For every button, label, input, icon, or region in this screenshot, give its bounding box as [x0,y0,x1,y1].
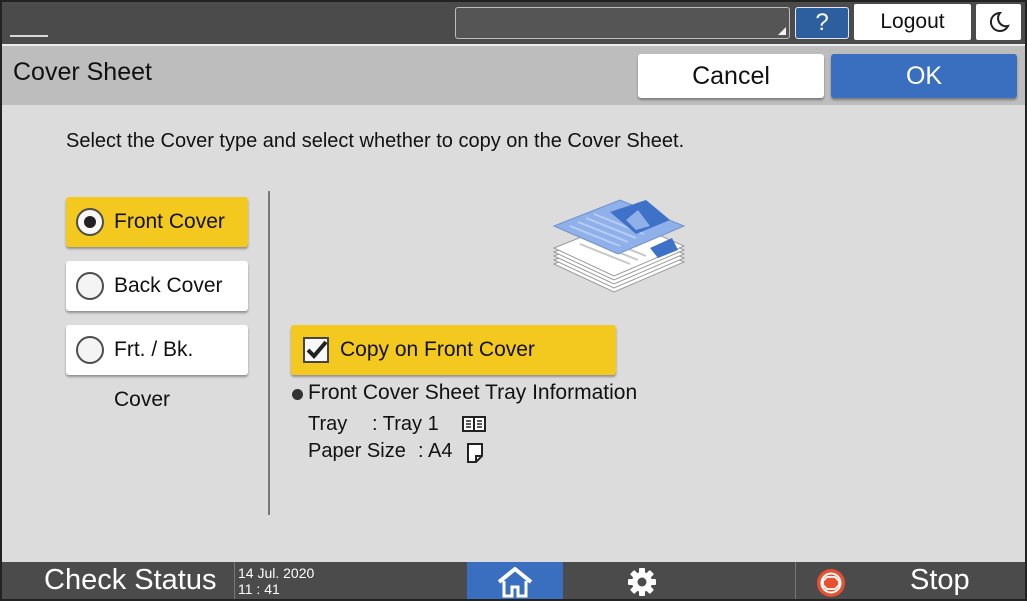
gear-icon [628,568,656,596]
home-button[interactable] [467,562,563,599]
page-title: Cover Sheet [13,58,152,86]
tray-info-heading: Front Cover Sheet Tray Information [308,381,638,404]
screen: ? Logout Cover Sheet Cancel OK Select th… [0,0,1027,601]
moon-icon [989,11,1010,32]
paper-sheet-icon [467,443,483,463]
stop-button[interactable]: Stop [802,562,1022,599]
home-icon [497,567,533,598]
top-bar: ? Logout [2,2,1025,44]
cancel-button[interactable]: Cancel [638,54,824,98]
paper-tray-icon [462,416,486,432]
radio-empty-icon [76,272,104,300]
time-text: 11 : 41 [238,581,280,597]
date-time: 14 Jul. 2020 11 : 41 [238,565,314,597]
user-indicator [10,35,48,37]
stop-label: Stop [910,564,970,596]
ok-button[interactable]: OK [831,54,1017,98]
date-text: 14 Jul. 2020 [238,565,315,581]
logout-button[interactable]: Logout [854,4,971,40]
divider [268,191,270,515]
back-cover-option[interactable]: Back Cover [66,261,248,311]
option-label: Front Cover [114,210,225,233]
copy-on-front-cover-checkbox[interactable]: Copy on Front Cover [291,325,616,375]
settings-button[interactable] [602,562,682,599]
bottom-bar: Check Status 14 Jul. 2020 11 : 41 Stop [2,562,1025,599]
help-button[interactable]: ? [795,7,849,39]
expand-corner-icon [778,27,786,35]
message-field[interactable] [455,7,790,39]
tray-value: : Tray 1 [372,413,439,435]
energy-saver-button[interactable] [976,4,1021,40]
title-bar: Cover Sheet Cancel OK [2,44,1025,105]
cover-sheet-illustration [552,199,686,293]
checkbox-checked-icon [303,337,329,363]
instruction-text: Select the Cover type and select whether… [66,130,685,152]
checkbox-label: Copy on Front Cover [340,338,535,361]
bullet-icon [292,389,303,400]
option-label: Frt. / Bk. Cover [114,338,194,411]
stop-icon [817,569,845,597]
front-back-cover-option[interactable]: Frt. / Bk. Cover [66,325,248,411]
paper-size-value: : A4 [418,440,453,462]
radio-empty-icon [76,336,104,364]
divider [795,562,796,599]
front-cover-option[interactable]: Front Cover [66,197,248,247]
tray-label: Tray [308,413,348,435]
check-status-button[interactable]: Check Status [44,564,216,597]
paper-size-label: Paper Size [308,440,406,462]
radio-selected-icon [76,208,104,236]
divider [234,562,235,599]
option-label: Back Cover [114,274,223,297]
